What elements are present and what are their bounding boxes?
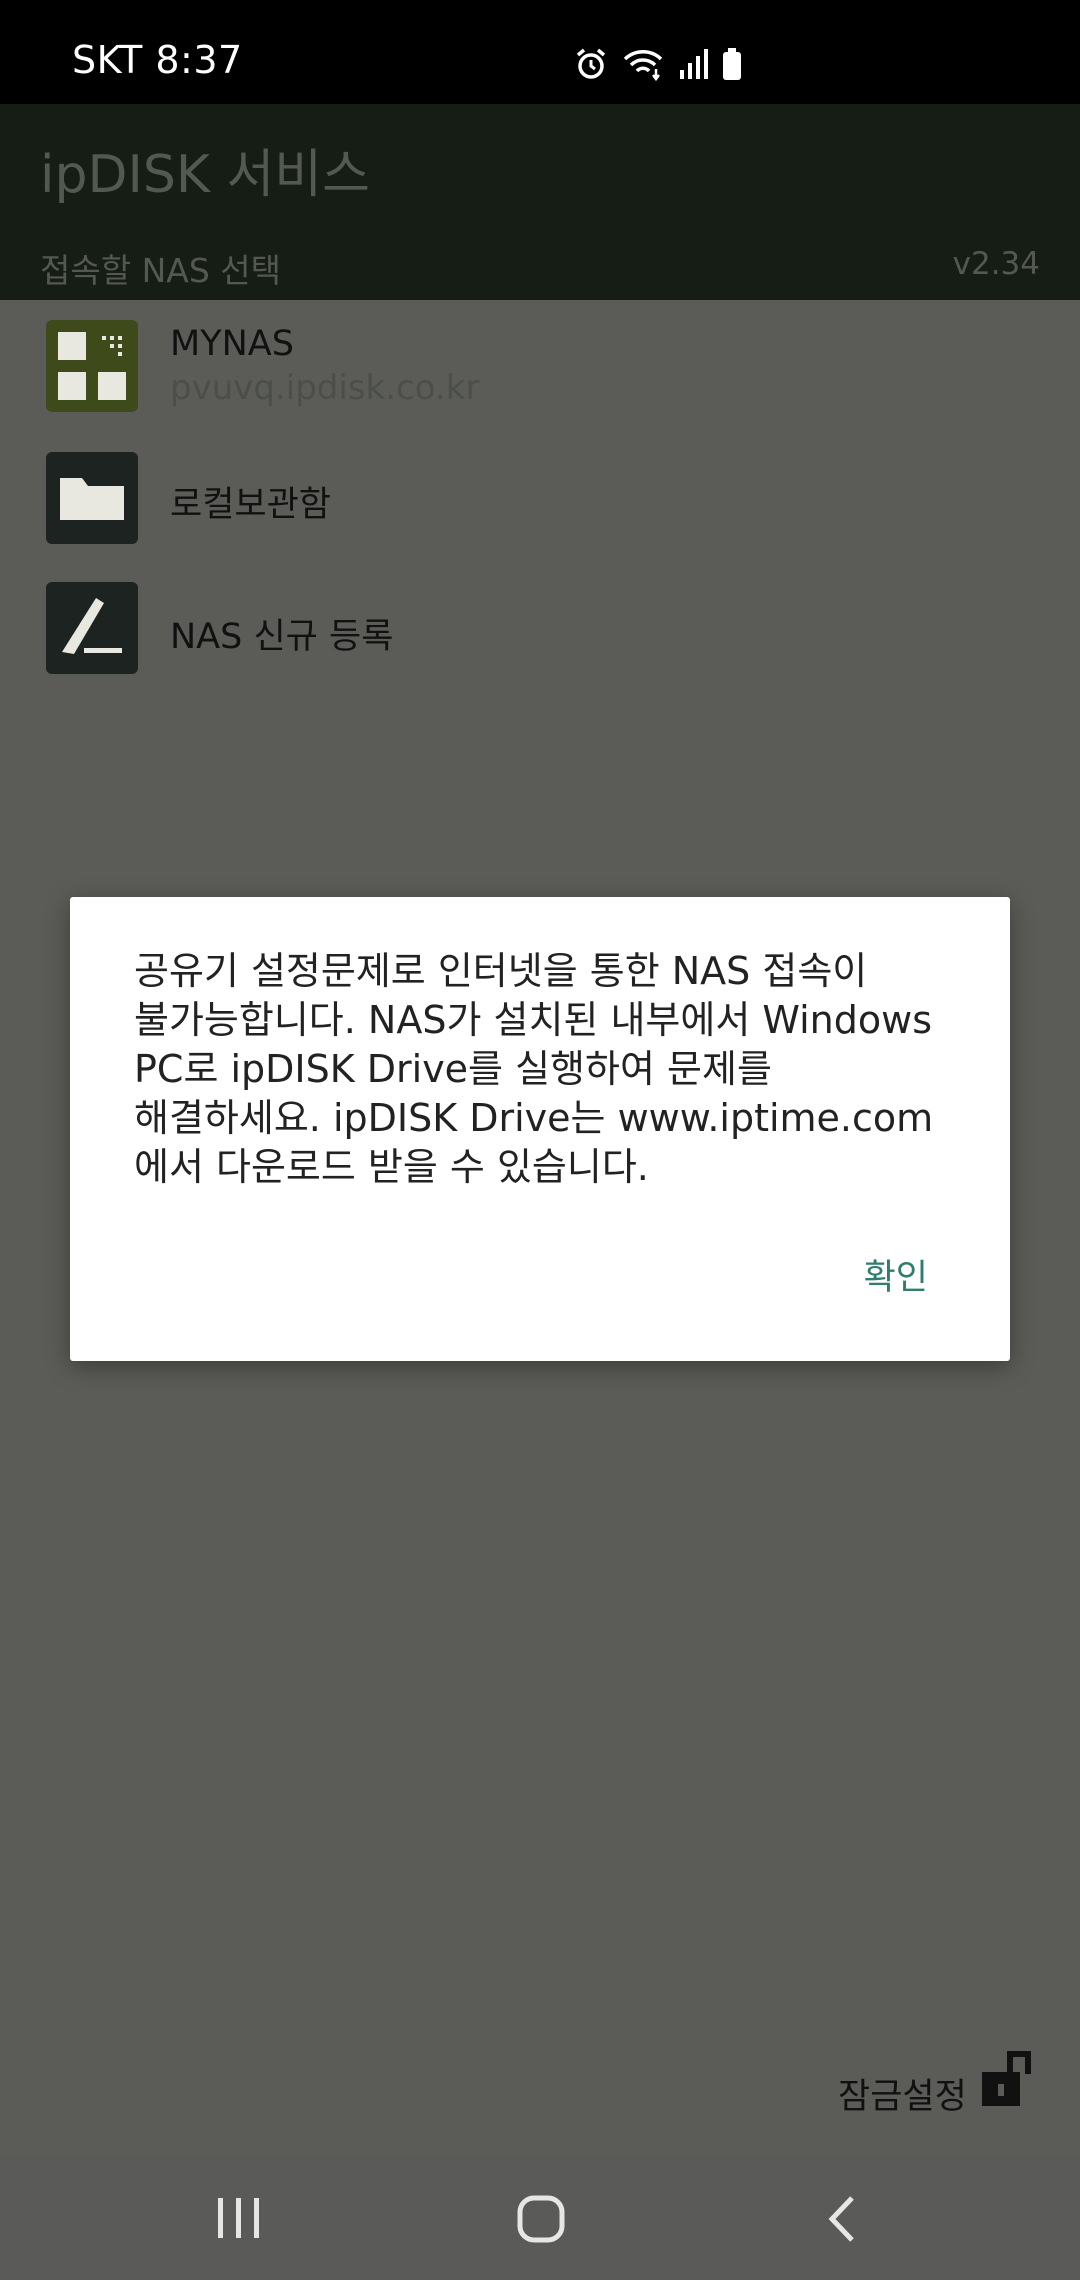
status-bar: SKT 8:37 [0, 0, 1080, 104]
battery-icon [722, 47, 742, 81]
nas-grid-icon [46, 320, 138, 412]
alert-dialog: 공유기 설정문제로 인터넷을 통한 NAS 접속이 불가능합니다. NAS가 설… [70, 897, 1010, 1361]
alarm-icon [574, 47, 608, 81]
list-item-title: NAS 신규 등록 [170, 617, 394, 657]
status-time: SKT 8:37 [72, 38, 243, 82]
status-icons [574, 44, 742, 84]
dialog-message-line: 에서 다운로드 받을 수 있습니다. [134, 1145, 649, 1189]
lock-settings-label[interactable]: 잠금설정 [838, 2068, 967, 2119]
list-item-subtitle: pvuvq.ipdisk.co.kr [170, 368, 480, 408]
dialog-message-line: PC로 ipDISK Drive를 실행하여 문제를 [134, 1047, 772, 1091]
dialog-message-line: 공유기 설정문제로 인터넷을 통한 NAS 접속이 [134, 949, 868, 993]
list-item-title: MYNAS [170, 324, 294, 364]
signal-icon [678, 48, 708, 80]
list-item-title: 로컬보관함 [170, 485, 332, 525]
dialog-message-line: 불가능합니다. NAS가 설치된 내부에서 Windows [134, 998, 933, 1042]
list-item-register-nas[interactable]: NAS 신규 등록 [0, 562, 1080, 692]
list-item-local-storage[interactable]: 로컬보관함 [0, 432, 1080, 562]
edit-pen-icon [46, 582, 138, 674]
page-subtitle: 접속할 NAS 선택 [40, 251, 281, 290]
list-item-mynas[interactable]: MYNAS pvuvq.ipdisk.co.kr [0, 302, 1080, 432]
dialog-message-line: 해결하세요. ipDISK Drive는 www.iptime.com [134, 1096, 934, 1140]
unlock-icon[interactable] [980, 2046, 1034, 2112]
recent-apps-icon[interactable] [214, 2194, 264, 2244]
version-label: v2.34 [952, 246, 1040, 282]
wifi-icon [622, 47, 664, 81]
back-icon[interactable] [822, 2194, 862, 2248]
app-title: ipDISK 서비스 [40, 145, 370, 205]
navigation-bar [0, 2156, 1080, 2280]
ok-button[interactable]: 확인 [864, 1249, 928, 1300]
folder-icon [46, 452, 138, 544]
dialog-message: 공유기 설정문제로 인터넷을 통한 NAS 접속이 불가능합니다. NAS가 설… [134, 947, 964, 1192]
home-icon[interactable] [516, 2194, 566, 2248]
